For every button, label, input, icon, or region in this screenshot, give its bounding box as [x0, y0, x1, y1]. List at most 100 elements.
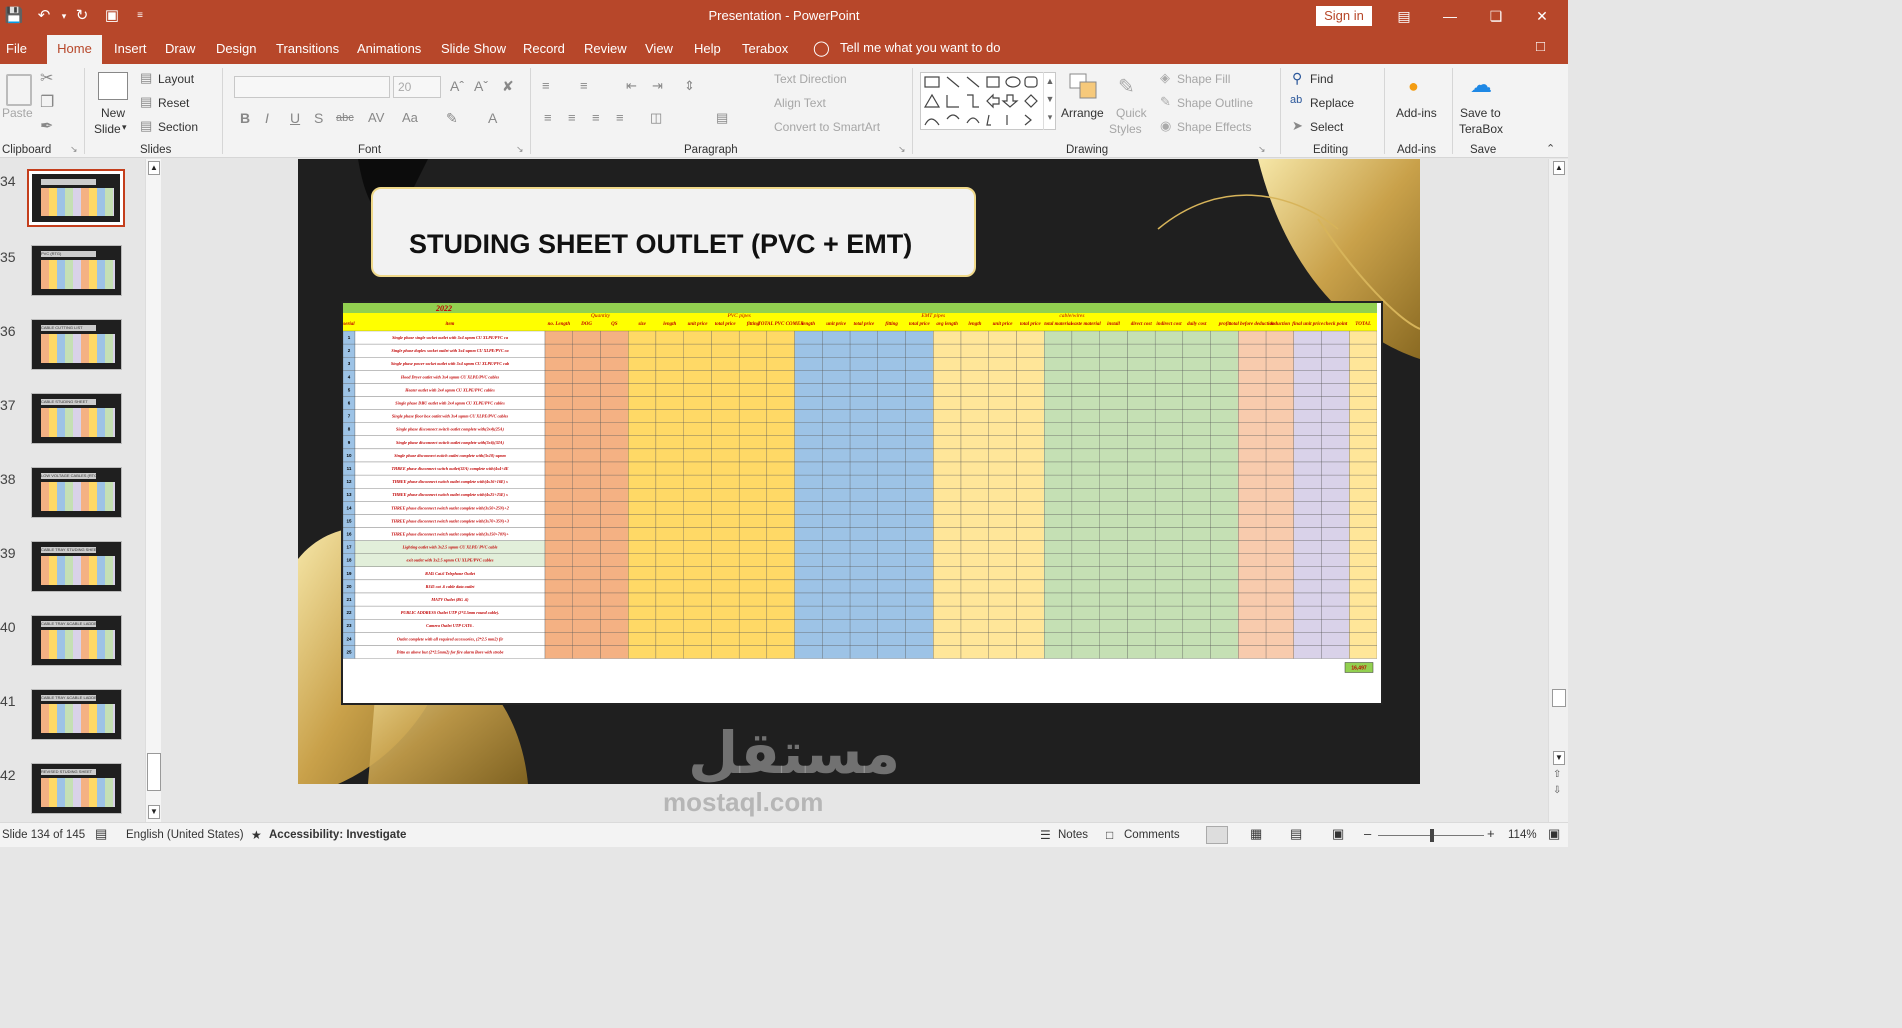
language-indicator[interactable]: English (United States): [126, 829, 244, 841]
notes-button[interactable]: Notes: [1058, 829, 1088, 841]
italic-icon[interactable]: I: [265, 110, 269, 126]
tab-file[interactable]: File: [6, 41, 27, 56]
clear-formatting-icon[interactable]: ✘: [502, 78, 514, 95]
scroll-thumb[interactable]: [1552, 689, 1566, 707]
tab-animations[interactable]: Animations: [357, 41, 421, 56]
slide-sorter-icon[interactable]: ▦: [1250, 826, 1262, 842]
slide-scrollbar[interactable]: ▲ ▼ ⇧ ⇩: [1548, 159, 1568, 822]
scroll-thumb[interactable]: [147, 753, 161, 791]
tab-slide-show[interactable]: Slide Show: [441, 41, 506, 56]
font-launcher-icon[interactable]: ↘: [516, 144, 524, 155]
new-slide-button-2[interactable]: Slide: [94, 122, 121, 136]
shape-outline-button[interactable]: Shape Outline: [1177, 96, 1253, 110]
increase-font-icon[interactable]: Aˆ: [450, 78, 464, 94]
shapes-gallery[interactable]: [920, 72, 1056, 130]
shapes-scroll[interactable]: ▲ ▼ ▾: [1043, 72, 1056, 130]
highlight-icon[interactable]: ✎: [446, 110, 458, 127]
slide-title[interactable]: STUDING SHEET OUTLET (PVC + EMT): [409, 229, 912, 260]
scroll-up-icon[interactable]: ▲: [148, 161, 160, 175]
save-to-terabox-button-2[interactable]: TeraBox: [1459, 122, 1503, 136]
minimize-button[interactable]: —: [1438, 4, 1462, 28]
paste-button[interactable]: Paste: [2, 106, 33, 120]
arrange-button[interactable]: Arrange: [1061, 106, 1104, 120]
slide-thumbnail[interactable]: CABLE TRAY &CABLE LADDER&HOSE TRUNK LIST…: [31, 689, 122, 740]
shape-effects-button[interactable]: Shape Effects: [1177, 120, 1252, 134]
reading-view-icon[interactable]: ▤: [1290, 826, 1302, 842]
align-center-icon[interactable]: ≡: [568, 110, 576, 125]
font-size-input[interactable]: 20: [393, 76, 441, 98]
layout-button[interactable]: Layout: [158, 72, 194, 86]
previous-slide-icon[interactable]: ⇧: [1553, 769, 1561, 780]
spelling-icon[interactable]: ▤: [95, 826, 107, 842]
terabox-cloud-icon[interactable]: ☁: [1470, 72, 1492, 98]
tab-review[interactable]: Review: [584, 41, 627, 56]
select-button[interactable]: Select: [1310, 120, 1343, 134]
slide-canvas[interactable]: STUDING SHEET OUTLET (PVC + EMT) 2022 Qua…: [298, 159, 1420, 784]
accessibility-status[interactable]: Accessibility: Investigate: [269, 829, 406, 841]
add-ins-button[interactable]: Add-ins: [1396, 106, 1437, 120]
slide-thumbnail[interactable]: CABLE CUTTING LIST: [31, 319, 122, 370]
paragraph-launcher-icon[interactable]: ↘: [898, 144, 906, 155]
line-spacing-icon[interactable]: ⇕: [684, 78, 695, 94]
tab-design[interactable]: Design: [216, 41, 256, 56]
ribbon-display-options-icon[interactable]: ▤: [1392, 4, 1416, 28]
strikethrough-icon[interactable]: abc: [336, 112, 354, 124]
scroll-down-icon[interactable]: ▼: [148, 805, 160, 819]
tab-terabox[interactable]: Terabox: [742, 41, 788, 56]
quick-styles-button[interactable]: Quick: [1116, 106, 1147, 120]
title-box[interactable]: STUDING SHEET OUTLET (PVC + EMT): [371, 187, 976, 277]
zoom-slider-thumb[interactable]: [1430, 829, 1434, 842]
tab-transitions[interactable]: Transitions: [276, 41, 339, 56]
thumbnails-scrollbar[interactable]: ▲ ▼: [145, 159, 161, 822]
decrease-indent-icon[interactable]: ⇤: [626, 78, 637, 94]
bullets-icon[interactable]: ≡: [542, 78, 550, 93]
new-slide-button[interactable]: New: [101, 106, 125, 120]
comments-icon[interactable]: □: [1536, 38, 1545, 55]
collapse-ribbon-icon[interactable]: ⌃: [1546, 142, 1555, 155]
quick-styles-button-2[interactable]: Styles: [1109, 122, 1142, 136]
slide-thumbnail[interactable]: LOW VOLTAGE CABLES (RTG): [31, 467, 122, 518]
cut-icon[interactable]: ✂: [40, 68, 53, 88]
columns-icon[interactable]: ◫: [650, 110, 662, 126]
text-box-columns-icon[interactable]: ▤: [716, 110, 728, 126]
find-button[interactable]: Find: [1310, 72, 1333, 86]
slide-thumbnail[interactable]: [27, 169, 125, 227]
align-right-icon[interactable]: ≡: [592, 110, 600, 125]
paste-icon[interactable]: [6, 74, 32, 106]
next-slide-icon[interactable]: ⇩: [1553, 785, 1561, 796]
new-slide-icon[interactable]: [98, 72, 128, 100]
justify-icon[interactable]: ≡: [616, 110, 624, 125]
tab-draw[interactable]: Draw: [165, 41, 195, 56]
copy-icon[interactable]: ❐: [40, 92, 54, 112]
scroll-up-icon[interactable]: ▲: [1553, 161, 1565, 175]
quick-styles-icon[interactable]: ✎: [1118, 74, 1135, 99]
slideshow-view-icon[interactable]: ▣: [1332, 826, 1344, 842]
zoom-in-icon[interactable]: +: [1487, 826, 1495, 841]
tab-view[interactable]: View: [645, 41, 673, 56]
character-spacing-icon[interactable]: AV: [368, 110, 384, 125]
save-to-terabox-button[interactable]: Save to: [1460, 106, 1501, 120]
replace-button[interactable]: Replace: [1310, 96, 1354, 110]
section-button[interactable]: Section: [158, 120, 198, 134]
tab-record[interactable]: Record: [523, 41, 565, 56]
maximize-button[interactable]: ❏: [1484, 4, 1508, 28]
comments-button[interactable]: Comments: [1124, 829, 1180, 841]
scroll-down-icon[interactable]: ▼: [1553, 751, 1565, 765]
underline-icon[interactable]: U: [290, 110, 300, 126]
slide-thumbnail[interactable]: CABLE STUDING SHEET: [31, 393, 122, 444]
tab-home[interactable]: Home: [47, 35, 102, 64]
shape-fill-button[interactable]: Shape Fill: [1177, 72, 1230, 86]
zoom-out-icon[interactable]: –: [1364, 826, 1371, 841]
change-case-icon[interactable]: Aa: [402, 110, 418, 125]
fit-to-window-icon[interactable]: ▣: [1548, 826, 1560, 842]
font-color-icon[interactable]: A: [488, 110, 497, 126]
close-button[interactable]: ✕: [1530, 4, 1554, 28]
shadow-icon[interactable]: S: [314, 110, 323, 126]
drawing-launcher-icon[interactable]: ↘: [1258, 144, 1266, 155]
align-text-button[interactable]: Align Text: [774, 96, 826, 110]
zoom-level[interactable]: 114%: [1508, 829, 1537, 841]
normal-view-icon[interactable]: [1206, 826, 1228, 844]
tab-insert[interactable]: Insert: [114, 41, 147, 56]
text-direction-button[interactable]: Text Direction: [774, 72, 847, 86]
convert-smartart-button[interactable]: Convert to SmartArt: [774, 120, 880, 134]
